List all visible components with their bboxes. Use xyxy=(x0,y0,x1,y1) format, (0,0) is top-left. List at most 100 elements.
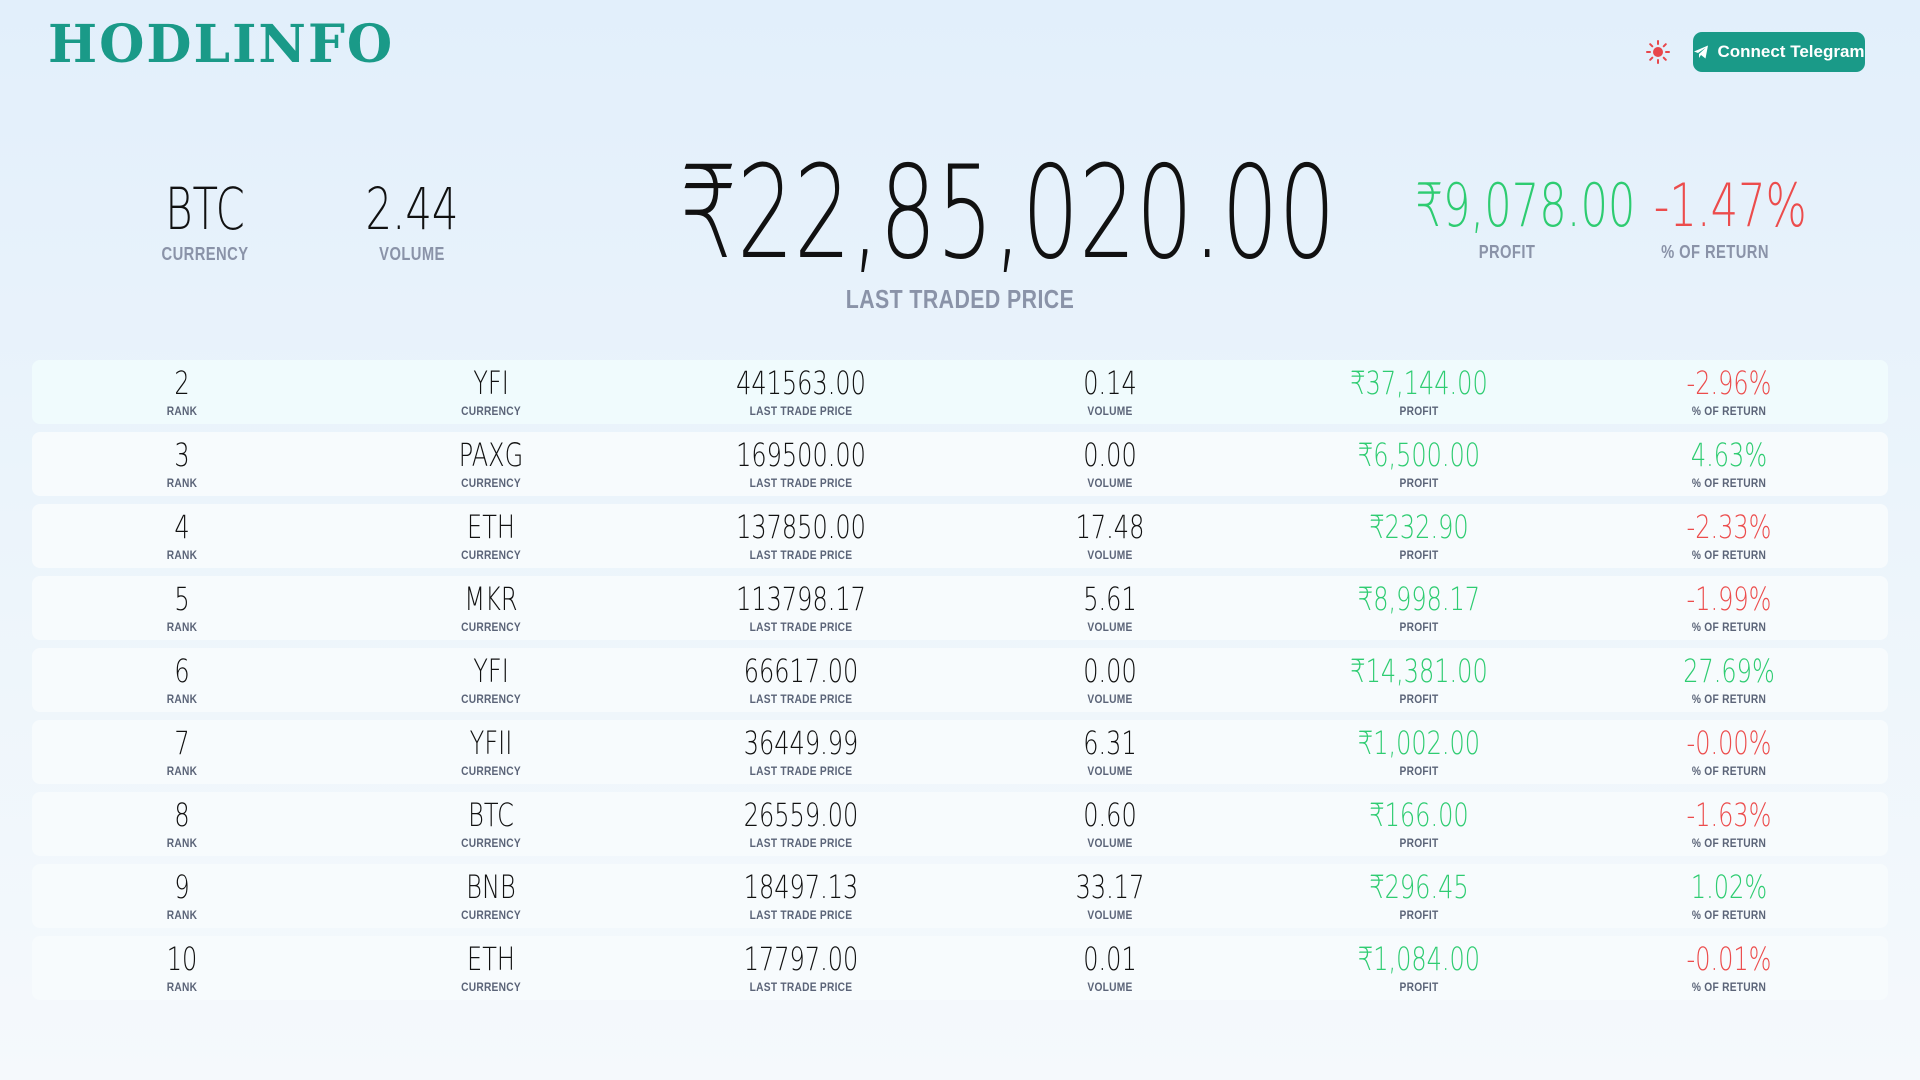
header: HODLINFO Connect Telegram xyxy=(0,0,1920,100)
rank-value: 7 xyxy=(174,724,190,762)
return-label: % OF RETURN xyxy=(1691,404,1767,418)
cell-profit: ₹37,144.00 PROFIT xyxy=(1269,360,1569,418)
volume-label: VOLUME xyxy=(1087,980,1133,994)
last-trade-price-value: 441563.00 xyxy=(736,364,866,402)
last-trade-price-label: LAST TRADE PRICE xyxy=(749,908,853,922)
rank-label: RANK xyxy=(166,404,198,418)
profit-value: ₹14,381.00 xyxy=(1350,652,1488,690)
summary-profit-value: ₹9,078.00 xyxy=(1415,171,1636,241)
cell-rank: 2 RANK xyxy=(32,360,332,418)
return-label: % OF RETURN xyxy=(1691,476,1767,490)
logo[interactable]: HODLINFO xyxy=(48,14,394,75)
last-trade-price-label: LAST TRADE PRICE xyxy=(749,692,853,706)
cell-last-trade-price: 169500.00 LAST TRADE PRICE xyxy=(651,432,951,490)
table-row[interactable]: 9 RANK BNB CURRENCY 18497.13 LAST TRADE PRICE… xyxy=(32,864,1888,928)
table-row[interactable]: 3 RANK PAXG CURRENCY 169500.00 LAST TRADE PRI… xyxy=(32,432,1888,496)
currency-label: CURRENCY xyxy=(461,836,521,850)
sun-icon xyxy=(1646,40,1670,64)
table-row[interactable]: 5 RANK MKR CURRENCY 113798.17 LAST TRADE PRIC… xyxy=(32,576,1888,640)
currency-value: YFI xyxy=(473,652,509,690)
cell-currency: ETH CURRENCY xyxy=(341,504,641,562)
summary-currency: BTC CURRENCY xyxy=(125,180,285,265)
profit-value: ₹296.45 xyxy=(1369,868,1469,906)
summary-currency-value: BTC xyxy=(165,175,245,243)
profit-label: PROFIT xyxy=(1399,908,1439,922)
rank-value: 8 xyxy=(174,796,190,834)
last-trade-price-label: LAST TRADE PRICE xyxy=(749,836,853,850)
last-trade-price-value: 36449.99 xyxy=(743,724,859,762)
telegram-icon xyxy=(1694,45,1709,59)
currency-value: YFII xyxy=(469,724,513,762)
rank-value: 4 xyxy=(174,508,190,546)
cell-profit: ₹166.00 PROFIT xyxy=(1269,792,1569,850)
summary-price-label: LAST TRADED PRICE xyxy=(845,284,1075,314)
rank-value: 6 xyxy=(174,652,190,690)
cell-volume: 5.61 VOLUME xyxy=(960,576,1260,634)
return-value: 4.63% xyxy=(1690,436,1768,474)
currency-value: BTC xyxy=(468,796,514,834)
currency-label: CURRENCY xyxy=(461,476,521,490)
profit-label: PROFIT xyxy=(1399,548,1439,562)
cell-rank: 3 RANK xyxy=(32,432,332,490)
volume-label: VOLUME xyxy=(1087,836,1133,850)
rank-value: 5 xyxy=(174,580,190,618)
table-row[interactable]: 4 RANK ETH CURRENCY 137850.00 LAST TRADE PRIC… xyxy=(32,504,1888,568)
profit-value: ₹232.90 xyxy=(1369,508,1469,546)
rank-label: RANK xyxy=(166,620,198,634)
profit-label: PROFIT xyxy=(1399,836,1439,850)
rank-label: RANK xyxy=(166,908,198,922)
cell-profit: ₹1,084.00 PROFIT xyxy=(1269,936,1569,994)
cell-last-trade-price: 66617.00 LAST TRADE PRICE xyxy=(651,648,951,706)
last-trade-price-value: 18497.13 xyxy=(743,868,859,906)
volume-value: 0.14 xyxy=(1083,364,1137,402)
cell-last-trade-price: 441563.00 LAST TRADE PRICE xyxy=(651,360,951,418)
currency-label: CURRENCY xyxy=(461,404,521,418)
cell-currency: YFI CURRENCY xyxy=(341,360,641,418)
return-label: % OF RETURN xyxy=(1691,764,1767,778)
cell-volume: 0.01 VOLUME xyxy=(960,936,1260,994)
cell-rank: 10 RANK xyxy=(32,936,332,994)
volume-label: VOLUME xyxy=(1087,548,1133,562)
last-trade-price-label: LAST TRADE PRICE xyxy=(749,548,853,562)
cell-rank: 6 RANK xyxy=(32,648,332,706)
connect-telegram-button[interactable]: Connect Telegram xyxy=(1693,32,1865,72)
cell-rank: 4 RANK xyxy=(32,504,332,562)
return-label: % OF RETURN xyxy=(1691,980,1767,994)
return-value: -1.99% xyxy=(1686,580,1772,618)
cell-profit: ₹232.90 PROFIT xyxy=(1269,504,1569,562)
volume-value: 6.31 xyxy=(1083,724,1137,762)
cell-currency: BNB CURRENCY xyxy=(341,864,641,922)
summary-return-label: % OF RETURN xyxy=(1661,242,1769,262)
currency-value: ETH xyxy=(467,940,515,978)
table-row[interactable]: 7 RANK YFII CURRENCY 36449.99 LAST TRADE PRIC… xyxy=(32,720,1888,784)
cell-return: -2.96% % OF RETURN xyxy=(1579,360,1879,418)
profit-value: ₹1,002.00 xyxy=(1357,724,1481,762)
cell-rank: 7 RANK xyxy=(32,720,332,778)
rank-label: RANK xyxy=(166,692,198,706)
cell-rank: 8 RANK xyxy=(32,792,332,850)
summary-price-value: ₹22,85,020.00 xyxy=(680,139,1336,288)
table-row[interactable]: 6 RANK YFI CURRENCY 66617.00 LAST TRADE PRICE… xyxy=(32,648,1888,712)
rank-value: 3 xyxy=(174,436,190,474)
summary-profit: ₹9,078.00 PROFIT xyxy=(1380,171,1636,263)
last-trade-price-value: 26559.00 xyxy=(743,796,859,834)
rank-label: RANK xyxy=(166,980,198,994)
rank-label: RANK xyxy=(166,476,198,490)
table-row[interactable]: 8 RANK BTC CURRENCY 26559.00 LAST TRADE PRICE… xyxy=(32,792,1888,856)
cell-return: -1.99% % OF RETURN xyxy=(1579,576,1879,634)
cell-volume: 0.00 VOLUME xyxy=(960,648,1260,706)
summary-panel: BTC CURRENCY 2.44 VOLUME ₹22,85,020.00 L… xyxy=(0,130,1920,320)
summary-volume-label: VOLUME xyxy=(379,244,445,264)
cell-volume: 17.48 VOLUME xyxy=(960,504,1260,562)
last-trade-price-value: 17797.00 xyxy=(743,940,859,978)
rank-label: RANK xyxy=(166,764,198,778)
rank-value: 2 xyxy=(174,364,190,402)
cell-return: 4.63% % OF RETURN xyxy=(1579,432,1879,490)
table-row[interactable]: 10 RANK ETH CURRENCY 17797.00 LAST TRADE PRIC… xyxy=(32,936,1888,1000)
rank-label: RANK xyxy=(166,836,198,850)
summary-return-value: -1.47% xyxy=(1653,171,1807,241)
cell-profit: ₹1,002.00 PROFIT xyxy=(1269,720,1569,778)
theme-toggle-button[interactable] xyxy=(1642,36,1674,68)
table-row[interactable]: 2 RANK YFI CURRENCY 441563.00 LAST TRADE PRIC… xyxy=(32,360,1888,424)
last-trade-price-label: LAST TRADE PRICE xyxy=(749,620,853,634)
